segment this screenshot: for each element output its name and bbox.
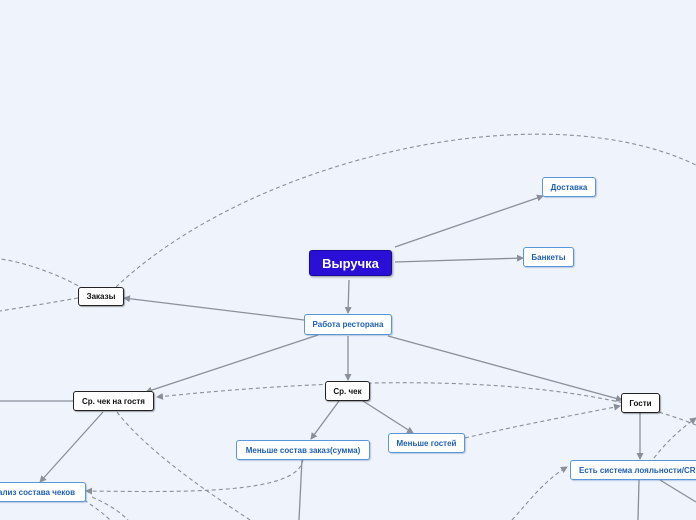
dash-analysis-down2 bbox=[83, 499, 111, 520]
dash-right-to-avgguest bbox=[156, 382, 696, 426]
node-delivery[interactable]: Доставка bbox=[542, 177, 596, 197]
node-loyalty[interactable]: Есть система лояльности/CRM bbox=[570, 460, 696, 480]
link-avgcheck-smaller bbox=[310, 400, 340, 440]
link-central-delivery bbox=[394, 194, 544, 248]
link-restaurant-avgcheckguest bbox=[145, 334, 319, 394]
link-loyalty-down bbox=[637, 479, 640, 520]
link-central-restaurant bbox=[344, 279, 352, 314]
node-avg-check-guest[interactable]: Ср. чек на гостя bbox=[73, 391, 154, 411]
node-restaurant-work[interactable]: Работа ресторана bbox=[304, 314, 392, 335]
dash-smaller-to-analysis bbox=[85, 458, 304, 495]
link-central-banquets bbox=[394, 254, 524, 263]
central-node[interactable]: Выручка bbox=[309, 250, 392, 276]
dash-loyalty-to-right bbox=[653, 417, 696, 459]
node-banquets[interactable]: Банкеты bbox=[523, 247, 574, 267]
node-guests[interactable]: Гости bbox=[621, 393, 660, 413]
node-orders[interactable]: Заказы bbox=[78, 287, 124, 306]
dash-fewer-to-guests bbox=[464, 403, 621, 439]
link-avgguest-analysis bbox=[39, 411, 104, 483]
dash-orders-left-down bbox=[0, 297, 79, 312]
dash-analysis-down bbox=[91, 496, 129, 520]
dash-orders-top-arc bbox=[115, 133, 696, 288]
node-fewer-guests[interactable]: Меньше гостей bbox=[388, 433, 465, 453]
dash-bottom-to-loyalty bbox=[511, 466, 568, 520]
node-smaller-order[interactable]: Меньше состав заказ(сумма) bbox=[236, 440, 370, 460]
node-check-analysis[interactable]: нализ состава чеков bbox=[0, 482, 86, 502]
link-avgcheck-fewer bbox=[362, 400, 414, 434]
link-restaurant-orders bbox=[123, 295, 305, 321]
dash-orders-left-up bbox=[0, 258, 85, 290]
link-restaurant-guests bbox=[387, 335, 623, 402]
link-loyalty-right bbox=[659, 479, 696, 503]
dash-avgguest-down bbox=[116, 411, 251, 520]
node-avg-check[interactable]: Ср. чек bbox=[325, 381, 370, 401]
